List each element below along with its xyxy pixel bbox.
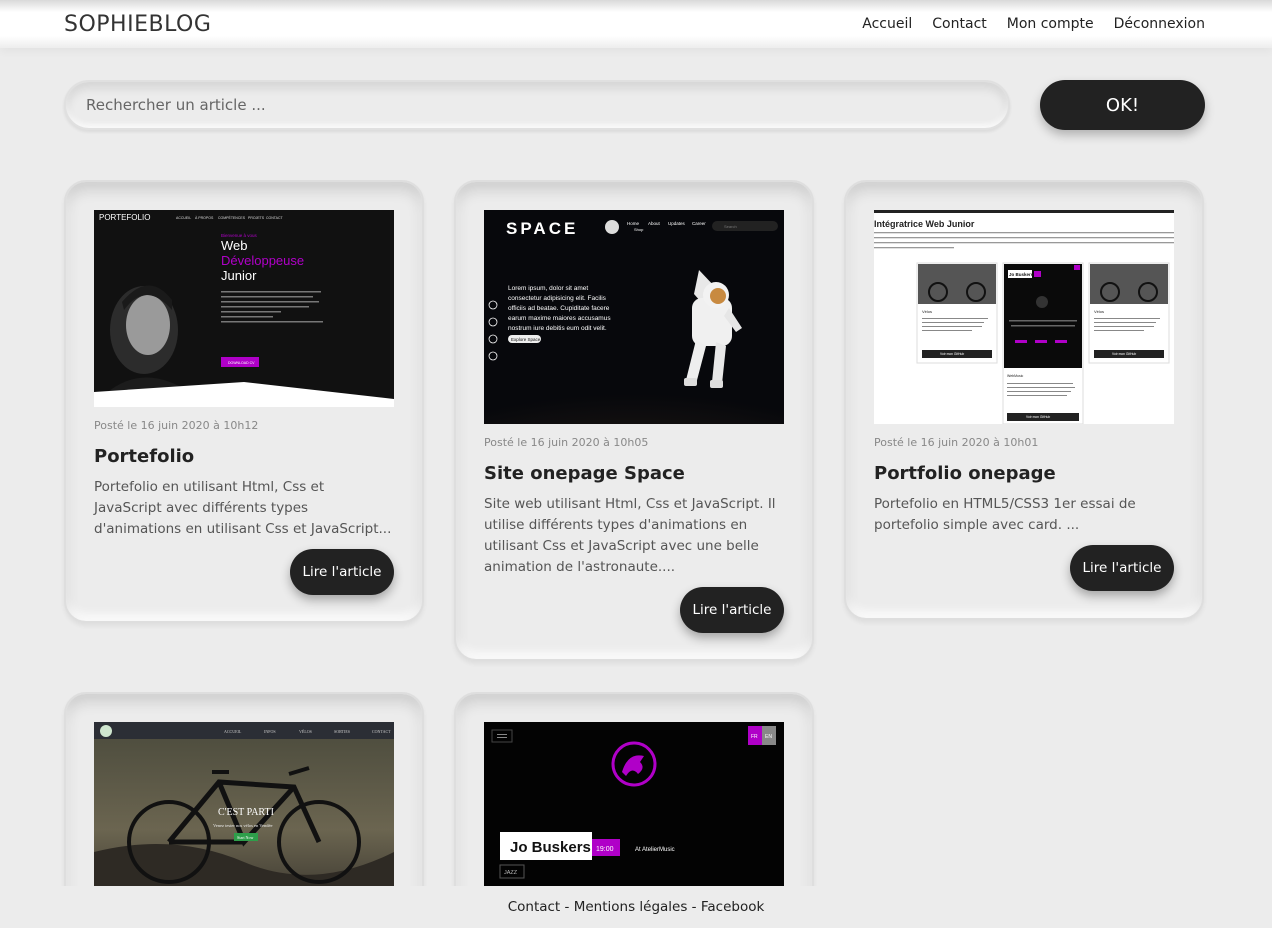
thumb-card-title: Jo Buskers [1009, 272, 1034, 277]
thumb-menu-item: ACCUEIL [224, 729, 242, 734]
nav-link-accueil[interactable]: Accueil [862, 16, 912, 32]
thumb-menu-item: SORTIES [334, 729, 350, 734]
article-thumbnail[interactable]: Intégratrice Web Junior Vélos Voir mon G… [874, 210, 1174, 424]
thumb-heading: Intégratrice Web Junior [874, 219, 975, 229]
article-card-portfolio-onepage: Intégratrice Web Junior Vélos Voir mon G… [844, 180, 1204, 620]
thumb-menu-item: À PROPOS [195, 216, 214, 220]
thumb-search: Search [724, 224, 737, 229]
thumb-card-title: WebMusic [1007, 374, 1024, 378]
thumb-heading: C'EST PARTI [218, 807, 274, 818]
thumb-venue: At AtelierMusic [635, 847, 675, 853]
thumb-card-title: Vélos [1094, 309, 1104, 314]
thumb-card-title: Vélos [922, 309, 932, 314]
thumb-text: nostrum iure debitis eum odit velit. [508, 325, 607, 332]
thumb-heading: Junior [221, 268, 257, 283]
thumb-menu-item: CONTACT [372, 729, 391, 734]
thumb-text: consectetur adipisicing elit. Facilis [508, 295, 607, 302]
article-thumbnail[interactable]: PORTEFOLIO ACCUEIL À PROPOS COMPÉTENCES … [94, 210, 394, 407]
lang-en: EN [765, 734, 772, 740]
thumb-cta: Voir mon GitHub [940, 352, 964, 356]
nav-link-mon-compte[interactable]: Mon compte [1007, 16, 1094, 32]
thumb-menu-item: Career [692, 221, 706, 226]
thumb-heading: Développeuse [221, 253, 304, 268]
nav-link-deconnexion[interactable]: Déconnexion [1114, 16, 1205, 32]
article-title[interactable]: Site onepage Space [484, 463, 784, 484]
footer-link-contact[interactable]: Contact [508, 899, 561, 915]
main-nav: Accueil Contact Mon compte Déconnexion [862, 16, 1205, 32]
thumb-subtitle: Venez tester nos vélos en Vendée [213, 823, 273, 828]
site-logo[interactable]: SOPHIEBLOG [64, 12, 211, 37]
article-excerpt: Portefolio en utilisant Html, Css et Jav… [94, 479, 392, 537]
article-date: Posté le 16 juin 2020 à 10h05 [484, 436, 649, 449]
read-article-button[interactable]: Lire l'article [1070, 545, 1174, 591]
thumb-menu-item: CONTACT [266, 216, 284, 220]
thumb-menu-item: Home [627, 221, 640, 226]
footer-separator: - [560, 899, 574, 915]
thumb-menu-item: COMPÉTENCES [218, 215, 246, 220]
thumb-menu-item: INFOS [264, 729, 276, 734]
article-card-space: SPACE Home About Updates Career Shop Sea… [454, 180, 814, 661]
footer-link-mentions-legales[interactable]: Mentions légales [574, 899, 688, 915]
top-navbar: SOPHIEBLOG Accueil Contact Mon compte Dé… [0, 0, 1272, 48]
article-date: Posté le 16 juin 2020 à 10h01 [874, 436, 1039, 449]
footer-link-facebook[interactable]: Facebook [701, 899, 764, 915]
read-article-button[interactable]: Lire l'article [680, 587, 784, 633]
thumb-menu-item: Updates [668, 221, 686, 226]
article-title[interactable]: Portfolio onepage [874, 463, 1174, 484]
thumb-heading: Web [221, 238, 248, 253]
footer-separator: - [687, 899, 701, 915]
thumb-cta: Start Now [237, 835, 253, 840]
article-card-portefolio: PORTEFOLIO ACCUEIL À PROPOS COMPÉTENCES … [64, 180, 424, 623]
site-footer: Contact - Mentions légales - Facebook [0, 886, 1272, 928]
search-input[interactable] [64, 80, 1010, 130]
thumb-text: officiis ad beatae. Cupiditate facere [508, 305, 610, 312]
article-thumbnail[interactable]: SPACE Home About Updates Career Shop Sea… [484, 210, 784, 424]
thumb-time: 19:00 [596, 846, 614, 853]
nav-link-contact[interactable]: Contact [932, 16, 986, 32]
thumb-logo: PORTEFOLIO [99, 213, 150, 222]
thumb-artist: Jo Buskers [510, 839, 591, 856]
article-excerpt: Site web utilisant Html, Css et JavaScri… [484, 496, 776, 575]
read-article-button[interactable]: Lire l'article [290, 549, 394, 595]
thumb-menu-item: VÉLOS [299, 729, 312, 734]
thumb-menu-item: PROJETS [248, 216, 265, 220]
thumb-cta: Explore Space [511, 337, 541, 342]
article-thumbnail[interactable]: ACCUEIL INFOS VÉLOS SORTIES CONTACT C'ES… [94, 722, 394, 902]
article-excerpt: Portefolio en HTML5/CSS3 1er essai de po… [874, 496, 1136, 533]
article-title[interactable]: Portefolio [94, 446, 394, 467]
thumb-genre: JAZZ [504, 870, 518, 876]
article-thumbnail[interactable]: FR EN Jo Buskers 19:00 At AtelierMusic J… [484, 722, 784, 902]
thumb-menu-item: Shop [634, 227, 644, 232]
thumb-cta: DOWNLOAD CV [228, 361, 255, 365]
thumb-menu-item: ACCUEIL [176, 216, 191, 220]
thumb-cta: Voir mon GitHub [1026, 415, 1050, 419]
lang-fr: FR [751, 734, 758, 740]
thumb-cta: Voir mon GitHub [1112, 352, 1136, 356]
thumb-text: earum maxime maiores accusamus [508, 315, 611, 322]
thumb-text: Lorem ipsum, dolor sit amet [508, 285, 588, 292]
thumb-logo: SPACE [506, 219, 578, 238]
thumb-menu-item: About [648, 221, 661, 226]
article-date: Posté le 16 juin 2020 à 10h12 [94, 419, 259, 432]
search-submit-button[interactable]: OK! [1040, 80, 1205, 130]
